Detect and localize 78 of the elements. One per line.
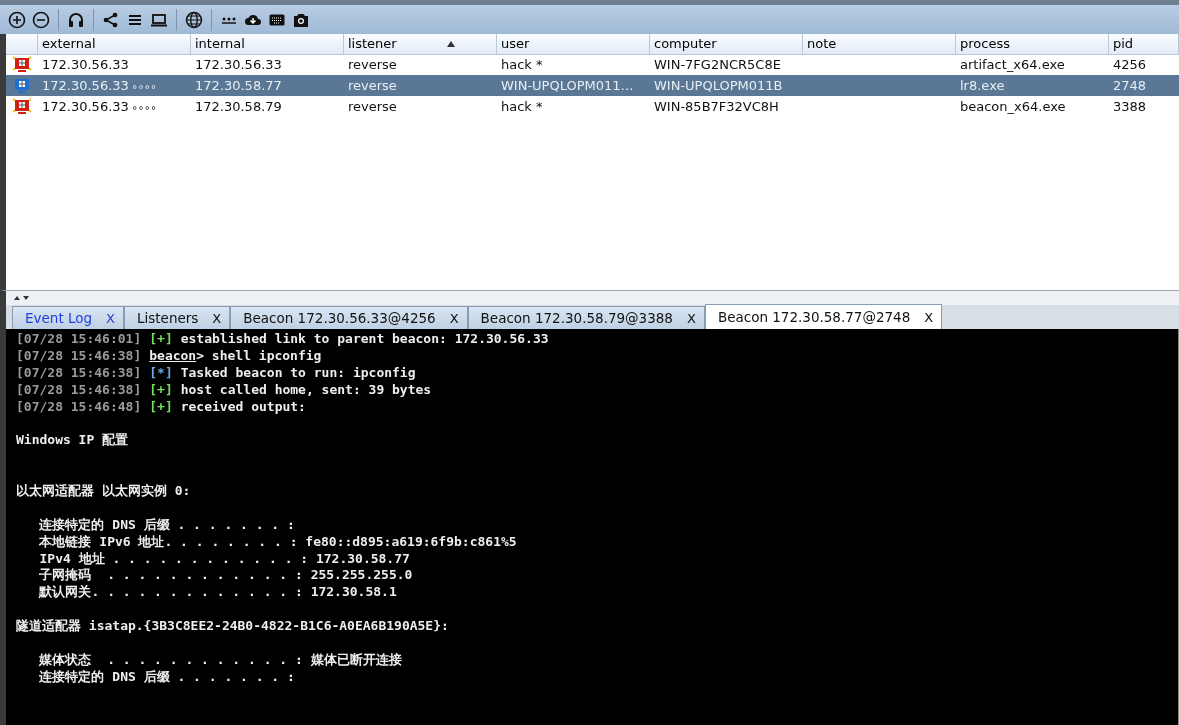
output-line: 子网掩码 . . . . . . . . . . . . : 255.255.255.0 [38, 567, 413, 585]
table-cell: reverse [348, 99, 397, 114]
output-line: 连接特定的 DNS 后缀 . . . . . . . : [38, 516, 295, 534]
timestamp: [07/28 15:46:38] [16, 364, 142, 382]
output-line: IPv4 地址 . . . . . . . . . . . . : 172.30.58.77 [38, 550, 410, 568]
sort-ascending-icon [446, 41, 455, 47]
close-tab-button[interactable]: X [686, 310, 696, 326]
table-cell: 172.30.58.77 [195, 78, 282, 93]
log-message: Tasked beacon to run: ipconfig [180, 364, 416, 382]
column-header[interactable]: external [38, 34, 191, 55]
table-cell: 172.30.56.33 [42, 78, 129, 93]
status-marker: [+] [149, 331, 173, 348]
output-line: 连接特定的 DNS 后缀 . . . . . . . : [38, 668, 295, 686]
share-icon[interactable] [102, 10, 120, 29]
add-icon[interactable] [8, 10, 26, 29]
tab[interactable]: Event Log X [12, 306, 124, 329]
timestamp: [07/28 15:46:38] [16, 381, 142, 399]
table-cell: 172.30.58.79 [195, 99, 282, 114]
headphones-icon[interactable] [67, 10, 85, 29]
close-tab-button[interactable]: X [106, 310, 115, 326]
remove-icon[interactable] [32, 10, 50, 29]
link-chain-mark: ∘∘∘∘ [131, 102, 157, 113]
output-line: 媒体状态 . . . . . . . . . . . . : 媒体已断开连接 [38, 651, 402, 669]
column-header[interactable]: user [497, 34, 650, 55]
table-cell: 172.30.56.33 [42, 57, 129, 72]
output-line: 以太网适配器 以太网实例 0: [16, 483, 191, 500]
computer-icon [12, 77, 32, 94]
table-cell: WIN-UPQLOPM011B [654, 78, 783, 93]
column-header[interactable]: computer [650, 34, 803, 55]
log-message: received output: [180, 398, 306, 416]
column-header[interactable]: listener [344, 34, 497, 55]
timestamp: [07/28 15:46:01] [16, 331, 142, 348]
log-message: established link to parent beacon: 172.30.56.33 [180, 331, 549, 348]
table-cell: 172.30.56.33 [42, 99, 129, 114]
output-line: 本地链接 IPv6 地址. . . . . . . . : fe80::d895:a619:6f9b:c861%5 [38, 533, 517, 551]
table-cell: 2748 [1113, 78, 1147, 93]
table-cell: beacon_x64.exe [960, 99, 1066, 114]
close-tab-button[interactable]: X [924, 309, 934, 325]
table-cell: WIN-7FG2NCR5C8E [654, 57, 781, 72]
table-row[interactable]: 172.30.56.33 ∘∘∘∘ 172.30.58.79 reverse hack * WIN-85B7F32VC8H beacon_x64.exe 3388 [6, 96, 1179, 117]
table-cell: reverse [348, 57, 397, 72]
table-row[interactable]: 172.30.56.33 172.30.56.33 reverse hack * WIN-7FG2NCR5C8E artifact_x64.exe 4256 [6, 54, 1179, 75]
column-header[interactable]: process [956, 34, 1109, 55]
table-cell: 172.30.56.33 [195, 57, 282, 72]
column-header[interactable]: pid [1109, 34, 1179, 55]
status-marker: [*] [149, 364, 173, 382]
output-line: Windows IP 配置 [16, 432, 129, 450]
output-line: 隧道适配器 isatap.{3B3C8EE2-24B0-4822-B1C6-A0EA6B190A5E}: [16, 618, 449, 636]
output-line: 默认网关. . . . . . . . . . . . . : 172.30.58.1 [37, 584, 397, 602]
table-cell: WIN-UPQLOPM011… [501, 78, 634, 93]
close-tab-button[interactable]: X [212, 310, 222, 326]
command-text: > shell ipconfig [196, 347, 322, 365]
status-marker: [+] [149, 398, 173, 416]
table-cell: 4256 [1113, 57, 1147, 72]
table-cell: 3388 [1113, 99, 1147, 114]
tab[interactable]: Beacon 172.30.58.77@2748 X [704, 304, 943, 329]
table-cell: artifact_x64.exe [960, 57, 1065, 72]
close-tab-button[interactable]: X [449, 310, 459, 326]
table-cell: WIN-85B7F32VC8H [654, 99, 779, 114]
table-cell: hack * [501, 99, 543, 114]
table-cell: lr8.exe [960, 78, 1005, 93]
command-prompt: beacon [149, 347, 197, 365]
tab[interactable]: Listeners X [124, 306, 231, 329]
computer-icon [12, 98, 32, 115]
column-header[interactable]: note [803, 34, 956, 55]
table-row[interactable]: 172.30.56.33 ∘∘∘∘ 172.30.58.77 reverse WIN-UPQLOPM011… WIN-UPQLOPM011B lr8.exe 2748 [6, 75, 1179, 96]
column-header[interactable]: internal [191, 34, 344, 55]
table-cell: reverse [348, 78, 397, 93]
timestamp: [07/28 15:46:48] [16, 398, 142, 416]
table-cell: hack * [501, 57, 543, 72]
globe-icon[interactable] [185, 10, 203, 29]
tab[interactable]: Beacon 172.30.58.79@3388 X [467, 306, 705, 329]
status-marker: [+] [149, 381, 173, 399]
link-chain-mark: ∘∘∘∘ [131, 81, 157, 92]
log-message: host called home, sent: 39 bytes [180, 381, 432, 399]
computer-icon [12, 56, 32, 73]
tab[interactable]: Beacon 172.30.56.33@4256 X [230, 306, 468, 329]
timestamp: [07/28 15:46:38] [16, 347, 142, 365]
